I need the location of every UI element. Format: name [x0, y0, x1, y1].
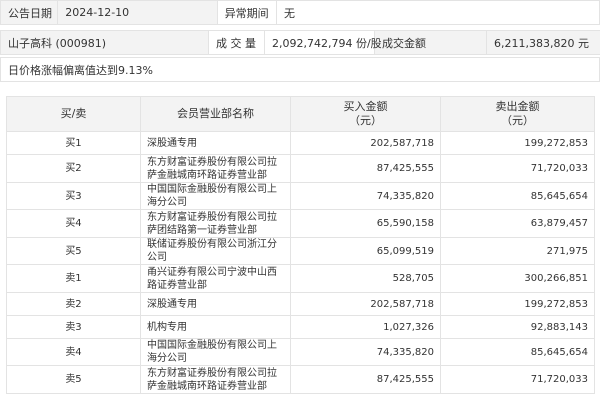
- broker-name-cell: 东方财富证券股份有限公司拉萨团结路第一证券营业部: [140, 209, 291, 238]
- sell-amount-cell: 71,720,033: [440, 365, 595, 394]
- broker-name-cell: 深股通专用: [140, 131, 291, 155]
- broker-name-cell: 东方财富证券股份有限公司拉萨金融城南环路证券营业部: [140, 154, 291, 183]
- info-row-date: 公告日期 2024-12-10 异常期间 无: [0, 0, 600, 25]
- header-broker: 会员营业部名称: [140, 96, 291, 132]
- broker-name-cell: 甬兴证券有限公司宁波中山西路证券营业部: [140, 264, 291, 293]
- buy-amount-cell: 1,027,326: [290, 315, 441, 339]
- sell-amount-cell: 300,266,851: [440, 264, 595, 293]
- volume-value: 2,092,742,794 份/股: [264, 30, 382, 55]
- amount-label: 成交金额: [374, 30, 487, 55]
- side-cell: 买2: [6, 154, 141, 183]
- buy-amount-cell: 74,335,820: [290, 182, 441, 210]
- volume-info-table: 山子高科 (000981) 成 交 量 2,092,742,794 份/股 成交…: [0, 30, 600, 55]
- buy-amount-cell: 87,425,555: [290, 154, 441, 183]
- side-cell: 卖3: [6, 315, 141, 339]
- abnormal-label: 异常期间: [216, 0, 277, 25]
- header-sell: 卖出金额 （元）: [440, 96, 595, 132]
- info-row-volume: 山子高科 (000981) 成 交 量 2,092,742,794 份/股 成交…: [0, 30, 600, 55]
- buy-amount-cell: 202,587,718: [290, 292, 441, 316]
- table-row: 买2 东方财富证券股份有限公司拉萨金融城南环路证券营业部 87,425,555 71,…: [6, 154, 595, 183]
- table-header-row: 买/卖 会员营业部名称 买入金额 （元） 卖出金额 （元）: [6, 96, 595, 132]
- side-cell: 卖1: [6, 264, 141, 293]
- buy-amount-cell: 65,099,519: [290, 237, 441, 265]
- abnormal-value: 无: [275, 0, 600, 25]
- header-side: 买/卖: [6, 96, 141, 132]
- sell-amount-cell: 85,645,654: [440, 338, 595, 366]
- stock-info-table: 公告日期 2024-12-10 异常期间 无: [0, 0, 600, 25]
- buy-amount-cell: 528,705: [290, 264, 441, 293]
- broker-trade-table: 买/卖 会员营业部名称 买入金额 （元） 卖出金额 （元） 买1 深股通专用 202…: [6, 96, 595, 394]
- broker-name-cell: 联储证券股份有限公司浙江分公司: [140, 237, 291, 265]
- side-cell: 买5: [6, 237, 141, 265]
- sell-amount-cell: 199,272,853: [440, 292, 595, 316]
- date-label: 公告日期: [0, 0, 59, 25]
- sell-amount-cell: 71,720,033: [440, 154, 595, 183]
- table-row: 卖3 机构专用 1,027,326 92,883,143: [6, 315, 595, 339]
- sell-amount-cell: 63,879,457: [440, 209, 595, 238]
- table-row: 卖2 深股通专用 202,587,718 199,272,853: [6, 292, 595, 316]
- broker-name-cell: 中国国际金融股份有限公司上海分公司: [140, 338, 291, 366]
- table-row: 卖4 中国国际金融股份有限公司上海分公司 74,335,820 85,645,654: [6, 338, 595, 366]
- side-cell: 买4: [6, 209, 141, 238]
- buy-amount-cell: 202,587,718: [290, 131, 441, 155]
- table-row: 买4 东方财富证券股份有限公司拉萨团结路第一证券营业部 65,590,158 63,8…: [6, 209, 595, 238]
- side-cell: 买3: [6, 182, 141, 210]
- broker-name-cell: 东方财富证券股份有限公司拉萨金融城南环路证券营业部: [140, 365, 291, 394]
- table-row: 买3 中国国际金融股份有限公司上海分公司 74,335,820 85,645,654: [6, 182, 595, 210]
- header-buy: 买入金额 （元）: [290, 96, 441, 132]
- reason-text: 日价格涨幅偏离值达到9.13%: [0, 57, 600, 82]
- table-row: 买1 深股通专用 202,587,718 199,272,853: [6, 131, 595, 155]
- sell-amount-cell: 92,883,143: [440, 315, 595, 339]
- sell-amount-cell: 199,272,853: [440, 131, 595, 155]
- side-cell: 卖5: [6, 365, 141, 394]
- sell-amount-cell: 85,645,654: [440, 182, 595, 210]
- side-cell: 买1: [6, 131, 141, 155]
- volume-label: 成 交 量: [208, 30, 265, 55]
- broker-name-cell: 中国国际金融股份有限公司上海分公司: [140, 182, 291, 210]
- date-value: 2024-12-10: [57, 0, 218, 25]
- buy-amount-cell: 74,335,820: [290, 338, 441, 366]
- reason-info-table: 日价格涨幅偏离值达到9.13%: [0, 57, 600, 82]
- info-row-reason: 日价格涨幅偏离值达到9.13%: [0, 57, 600, 82]
- side-cell: 卖2: [6, 292, 141, 316]
- table-row: 卖1 甬兴证券有限公司宁波中山西路证券营业部 528,705 300,266,851: [6, 264, 595, 293]
- table-row: 卖5 东方财富证券股份有限公司拉萨金融城南环路证券营业部 87,425,555 71,…: [6, 365, 595, 394]
- sell-amount-cell: 271,975: [440, 237, 595, 265]
- broker-name-cell: 机构专用: [140, 315, 291, 339]
- buy-amount-cell: 87,425,555: [290, 365, 441, 394]
- amount-value: 6,211,383,820 元: [486, 30, 600, 55]
- stock-name: 山子高科 (000981): [0, 30, 209, 55]
- broker-name-cell: 深股通专用: [140, 292, 291, 316]
- table-row: 买5 联储证券股份有限公司浙江分公司 65,099,519 271,975: [6, 237, 595, 265]
- side-cell: 卖4: [6, 338, 141, 366]
- buy-amount-cell: 65,590,158: [290, 209, 441, 238]
